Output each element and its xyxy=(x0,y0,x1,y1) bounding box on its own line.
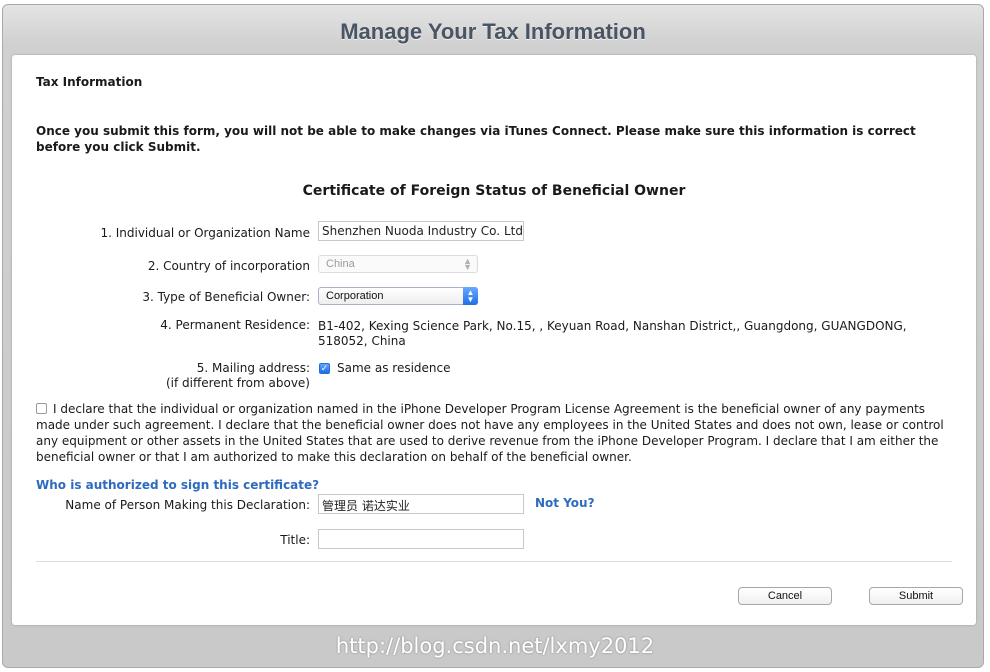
updown-chevron-icon: ▲ ▼ xyxy=(463,287,478,305)
declaration-text: I declare that the individual or organiz… xyxy=(36,402,944,464)
checkmark-icon: ✓ xyxy=(320,364,329,374)
signer-name-label: Name of Person Making this Declaration: xyxy=(65,498,310,512)
org-name-label: 1. Individual or Organization Name xyxy=(100,226,310,240)
residence-label: 4. Permanent Residence: xyxy=(160,318,310,332)
owner-type-label: 3. Type of Beneficial Owner: xyxy=(142,290,310,304)
same-as-residence-label: Same as residence xyxy=(337,361,451,375)
watermark-text: http://blog.csdn.net/lxmy2012 xyxy=(335,634,655,658)
signer-name-input[interactable]: 管理员 诺达实业 xyxy=(318,494,524,514)
tax-info-window: Manage Your Tax Information Tax Informat… xyxy=(2,4,984,668)
org-name-input[interactable]: Shenzhen Nuoda Industry Co. Ltd. xyxy=(318,221,524,241)
title-label: Title: xyxy=(280,533,310,547)
form-panel: Tax Information Once you submit this for… xyxy=(12,55,976,625)
section-heading: Tax Information xyxy=(36,75,143,89)
cancel-button[interactable]: Cancel xyxy=(738,587,832,605)
updown-chevron-icon: ▲ ▼ xyxy=(463,256,472,272)
window-title: Manage Your Tax Information xyxy=(340,19,646,44)
owner-type-select-value: Corporation xyxy=(326,290,384,302)
residence-value: B1-402, Kexing Science Park, No.15, , Ke… xyxy=(318,319,907,348)
certificate-title: Certificate of Foreign Status of Benefic… xyxy=(302,183,686,199)
declaration-checkbox[interactable] xyxy=(36,403,47,414)
title-input[interactable] xyxy=(318,529,524,549)
country-label: 2. Country of incorporation xyxy=(147,259,310,273)
same-as-residence-checkbox[interactable]: ✓ xyxy=(319,363,330,374)
submit-button[interactable]: Submit xyxy=(869,587,963,605)
country-select: China ▲ ▼ xyxy=(318,255,478,273)
mailing-sublabel: (if different from above) xyxy=(165,376,310,390)
owner-type-select[interactable]: Corporation ▲ ▼ xyxy=(318,287,478,305)
not-you-link[interactable]: Not You? xyxy=(535,496,595,510)
country-select-value: China xyxy=(326,258,355,270)
signer-heading: Who is authorized to sign this certifica… xyxy=(36,478,320,492)
mailing-label: 5. Mailing address: xyxy=(196,361,310,375)
submit-warning: Once you submit this form, you will not … xyxy=(36,124,916,154)
divider xyxy=(36,561,952,562)
declaration-block: I declare that the individual or organiz… xyxy=(36,401,956,465)
